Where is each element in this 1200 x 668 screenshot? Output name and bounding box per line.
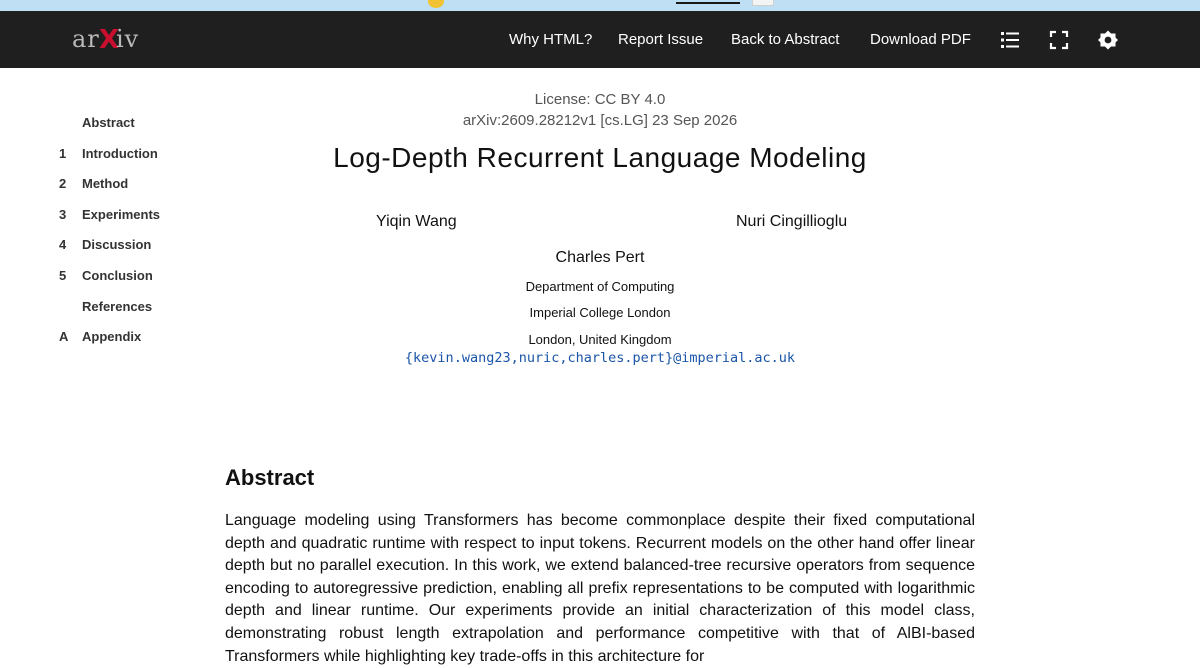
- back-to-abstract-link[interactable]: Back to Abstract: [731, 11, 839, 68]
- table-of-contents: Abstract 1 Introduction 2 Method 3 Exper…: [56, 110, 206, 355]
- list-icon[interactable]: [999, 29, 1021, 51]
- toc-label: Discussion: [82, 237, 152, 253]
- toc-number: 1: [59, 145, 67, 161]
- toc-item-conclusion[interactable]: 5 Conclusion: [56, 263, 206, 294]
- why-html-link[interactable]: Why HTML?: [509, 11, 592, 68]
- banner-link[interactable]: [676, 0, 740, 4]
- toc-item-appendix[interactable]: A Appendix: [56, 324, 206, 355]
- top-banner: [0, 0, 1200, 11]
- abstract-text: Language modeling using Transformers has…: [225, 512, 975, 665]
- author-email-link[interactable]: {kevin.wang23,nuric,charles.pert}@imperi…: [300, 350, 900, 366]
- download-pdf-link[interactable]: Download PDF: [870, 11, 971, 68]
- toc-label: Appendix: [82, 329, 142, 345]
- toc-label: Method: [82, 176, 129, 192]
- toc-number: 2: [59, 176, 67, 192]
- author-name: Yiqin Wang: [376, 213, 457, 230]
- toc-item-references[interactable]: References: [56, 294, 206, 325]
- toc-label: Conclusion: [82, 267, 153, 283]
- paper-title: Log-Depth Recurrent Language Modeling: [333, 142, 867, 173]
- toc-number: 3: [59, 206, 67, 222]
- author-name: Nuri Cingillioglu: [736, 213, 848, 230]
- author-name: Charles Pert: [555, 249, 645, 266]
- affiliation-location: London, United Kingdom: [528, 332, 672, 347]
- toc-item-experiments[interactable]: 3 Experiments: [56, 202, 206, 233]
- toc-label: References: [82, 298, 153, 314]
- license-line: License: CC BY 4.0: [534, 91, 666, 108]
- report-issue-link[interactable]: Report Issue: [618, 11, 703, 68]
- toc-item-method[interactable]: 2 Method: [56, 171, 206, 202]
- header-bar: ar X iv Why HTML? Report Issue Back to A…: [0, 11, 1200, 68]
- toc-label: Experiments: [82, 206, 161, 222]
- toc-number: 5: [59, 267, 67, 283]
- fullscreen-icon[interactable]: [1048, 29, 1070, 51]
- toc-label: Introduction: [82, 145, 158, 161]
- banner-close-button[interactable]: [752, 0, 774, 6]
- toc-item-introduction[interactable]: 1 Introduction: [56, 141, 206, 172]
- toc-label: Abstract: [82, 115, 135, 130]
- toc-number: A: [59, 329, 69, 345]
- affiliation-institution: Imperial College London: [529, 305, 671, 320]
- settings-icon[interactable]: [1097, 29, 1119, 51]
- toc-number: 4: [59, 237, 67, 253]
- toc-item-abstract[interactable]: Abstract: [56, 110, 206, 141]
- affiliation-department: Department of Computing: [525, 279, 675, 294]
- arxiv-id-line: arXiv:2609.28212v1 [cs.LG] 23 Sep 2026: [462, 112, 738, 129]
- banner-emoji-icon: [428, 0, 444, 8]
- toc-item-discussion[interactable]: 4 Discussion: [56, 232, 206, 263]
- abstract-heading: Abstract: [225, 465, 315, 490]
